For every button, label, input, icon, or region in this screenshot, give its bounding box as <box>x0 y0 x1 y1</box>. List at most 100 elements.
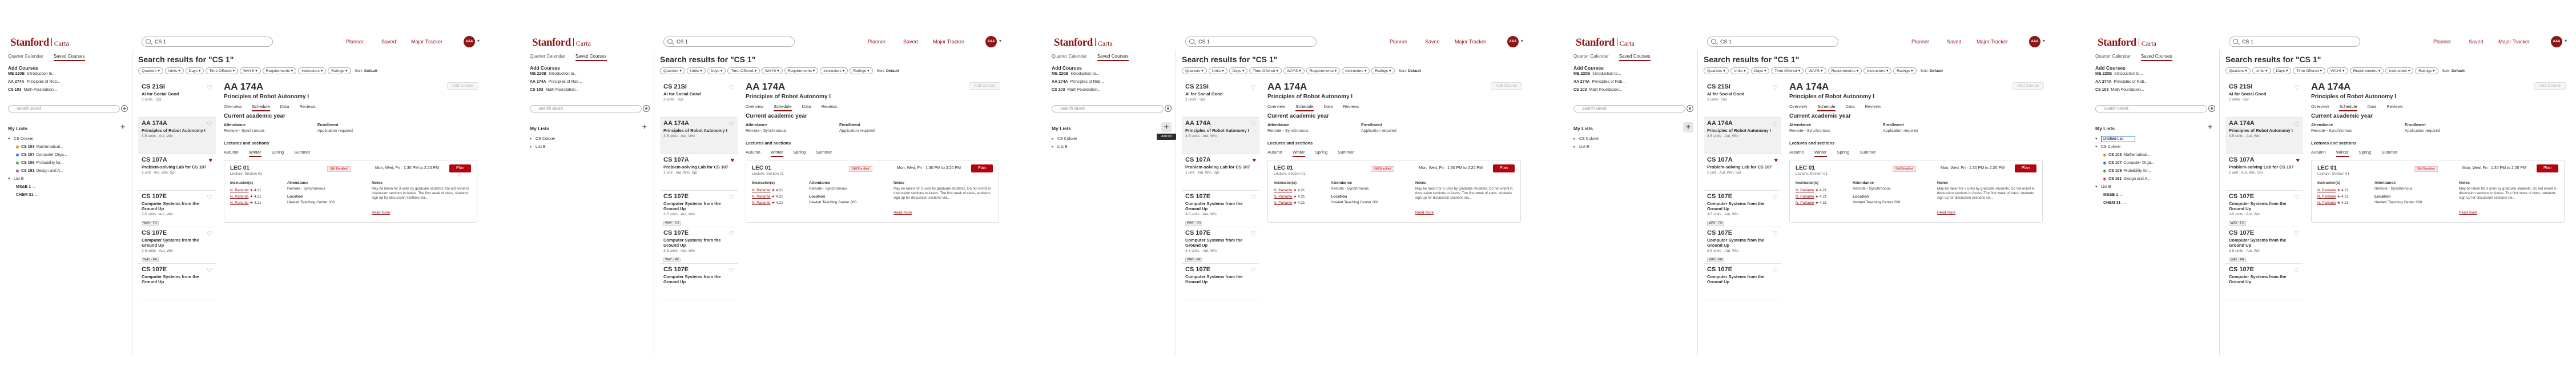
tab-winter[interactable]: Winter <box>1292 150 1305 157</box>
filter-dropdown[interactable]: Time Offered ▾ <box>1771 67 1804 74</box>
read-more-link[interactable]: Read more <box>2459 211 2477 215</box>
tab-saved-courses[interactable]: Saved Courses <box>53 54 85 61</box>
tab-reviews[interactable]: Reviews <box>821 104 837 110</box>
added-course-item[interactable]: CS 103 Math Foundation... <box>8 88 126 96</box>
filter-dropdown[interactable]: Quarters ▾ <box>1704 67 1729 74</box>
chevron-down-icon[interactable]: ▾ <box>999 38 1001 43</box>
filter-dropdown[interactable]: Ratings ▾ <box>2415 67 2438 74</box>
chevron-down-icon[interactable]: ▾ <box>2565 38 2567 43</box>
list-b[interactable]: ▸ List B <box>530 143 650 151</box>
instructor-link[interactable]: N. Parlante <box>2317 188 2336 192</box>
stanford-carta-logo[interactable]: Stanford Carta <box>2098 37 2156 49</box>
tab-summer[interactable]: Summer <box>1859 150 1875 156</box>
heart-icon[interactable]: ♡ <box>1250 120 1256 128</box>
add-course-button[interactable]: Add Course <box>969 82 1000 90</box>
added-course-item[interactable]: CS 103 Math Foundation... <box>530 88 647 96</box>
filter-dropdown[interactable]: Ratings ▾ <box>328 67 351 74</box>
list-course-item[interactable]: CS 161 Design and A... <box>8 167 128 175</box>
heart-icon[interactable]: ♥ <box>1252 157 1256 164</box>
filter-dropdown[interactable]: Instructors ▾ <box>820 67 848 74</box>
heart-icon[interactable]: ♡ <box>728 194 734 201</box>
tab-reviews[interactable]: Reviews <box>2386 104 2402 110</box>
tab-data[interactable]: Data <box>280 104 289 110</box>
course-card[interactable]: CS 107E Computer Systems from the Ground … <box>1704 227 1781 264</box>
add-course-button[interactable]: Add Course <box>447 82 478 90</box>
chevron-down-icon[interactable]: ▾ <box>2043 38 2045 43</box>
filter-dropdown[interactable]: Days ▾ <box>1750 67 1770 74</box>
instructor-link[interactable]: N. Parlante <box>2317 201 2336 205</box>
tab-winter[interactable]: Winter <box>2336 150 2349 157</box>
tab-overview[interactable]: Overview <box>746 104 763 110</box>
gear-icon[interactable] <box>1165 105 1172 112</box>
instructor-link[interactable]: N. Parlante <box>752 195 771 199</box>
list-course-item[interactable]: MS&E 1... <box>8 183 128 191</box>
instructor-link[interactable]: N. Parlante <box>1796 195 1814 199</box>
tab-saved-courses[interactable]: Saved Courses <box>575 54 607 61</box>
instructor-link[interactable]: N. Parlante <box>1274 201 1293 205</box>
instructor-link[interactable]: N. Parlante <box>1274 195 1293 199</box>
heart-icon[interactable]: ♡ <box>207 230 212 238</box>
chevron-down-icon[interactable]: ▾ <box>477 38 480 43</box>
filter-dropdown[interactable]: Ratings ▾ <box>850 67 873 74</box>
course-search-input[interactable]: CS 1 <box>142 37 273 47</box>
filter-dropdown[interactable]: Instructors ▾ <box>298 67 327 74</box>
list-b[interactable]: ▾ List B <box>8 175 128 183</box>
list-b[interactable]: ▾ List B <box>2095 183 2215 191</box>
heart-icon[interactable]: ♡ <box>1250 267 1256 274</box>
list-course-item[interactable]: CHEM 31... <box>8 191 128 199</box>
instructor-link[interactable]: N. Parlante <box>1796 188 1814 192</box>
read-more-link[interactable]: Read more <box>372 211 390 215</box>
added-course-item[interactable]: AA 274A Principles of Rob... <box>2095 80 2213 88</box>
add-list-button[interactable]: + <box>1683 122 1693 132</box>
nav-major-tracker-link[interactable]: Major Tracker <box>2498 39 2530 45</box>
gear-icon[interactable] <box>1687 105 1693 112</box>
course-card[interactable]: CS 107A Problem-solving Lab for CS 107 1 u… <box>138 154 216 191</box>
saved-search-input[interactable]: Search saved <box>8 105 120 112</box>
course-card[interactable]: CS 107E Computer Systems from the Ground … <box>138 264 216 300</box>
instructor-link[interactable]: N. Parlante <box>752 188 771 192</box>
tab-autumn[interactable]: Autumn <box>1267 150 1282 156</box>
instructor-link[interactable]: N. Parlante <box>230 188 249 192</box>
list-course-item[interactable]: CS 103 Mathematical... <box>2095 151 2215 159</box>
tab-quarter-calendar[interactable]: Quarter Calendar <box>1573 54 1609 60</box>
filter-dropdown[interactable]: Requirements ▾ <box>1828 67 1862 74</box>
tab-summer[interactable]: Summer <box>816 150 832 156</box>
heart-icon[interactable]: ♡ <box>728 230 734 238</box>
course-card[interactable]: CS 107E Computer Systems from the Ground … <box>2225 227 2303 264</box>
chevron-down-icon[interactable]: ▾ <box>2095 136 2101 141</box>
add-course-button[interactable]: Add Course <box>2012 82 2044 90</box>
tab-schedule[interactable]: Schedule <box>1817 104 1836 111</box>
chevron-down-icon[interactable]: ▾ <box>8 176 14 181</box>
heart-icon[interactable]: ♥ <box>2296 157 2300 164</box>
nav-major-tracker-link[interactable]: Major Tracker <box>933 39 964 45</box>
list-course-item[interactable]: CS 161 Design and A... <box>2095 175 2215 183</box>
list-cs-colorer[interactable]: ▸ CS Colorer <box>1573 135 1693 143</box>
plan-button[interactable]: Plan <box>2537 164 2558 172</box>
course-card[interactable]: CS 107E Computer Systems from the Ground … <box>1182 191 1259 227</box>
added-course-item[interactable]: CS 103 Math Foundation... <box>2095 88 2213 96</box>
instructor-link[interactable]: N. Parlante <box>2317 195 2336 199</box>
tab-reviews[interactable]: Reviews <box>1865 104 1881 110</box>
tab-data[interactable]: Data <box>802 104 811 110</box>
filter-dropdown[interactable]: Ratings ▾ <box>1371 67 1395 74</box>
nav-saved-link[interactable]: Saved <box>1947 39 1962 45</box>
tab-overview[interactable]: Overview <box>224 104 242 110</box>
nav-major-tracker-link[interactable]: Major Tracker <box>411 39 442 45</box>
nav-major-tracker-link[interactable]: Major Tracker <box>1977 39 2008 45</box>
filter-dropdown[interactable]: Units ▾ <box>1208 67 1227 74</box>
tab-quarter-calendar[interactable]: Quarter Calendar <box>2095 54 2131 60</box>
tab-reviews[interactable]: Reviews <box>1343 104 1359 110</box>
add-list-button[interactable]: + <box>2205 122 2215 132</box>
heart-icon[interactable]: ♡ <box>2294 84 2300 91</box>
new-list-row[interactable]: ▾ <box>2095 135 2215 143</box>
list-cs-colorer[interactable]: ▾ CS Colorer <box>2095 143 2215 151</box>
sort-control[interactable]: Sort: Default <box>1921 69 1943 73</box>
chevron-down-icon[interactable]: ▾ <box>8 136 14 141</box>
tab-winter[interactable]: Winter <box>1814 150 1827 157</box>
heart-icon[interactable]: ♡ <box>1772 120 1778 128</box>
course-search-input[interactable]: CS 1 <box>1185 37 1317 47</box>
added-course-item[interactable]: AA 274A Principles of Rob... <box>1573 80 1691 88</box>
course-search-input[interactable]: CS 1 <box>1707 37 1838 47</box>
heart-icon[interactable]: ♡ <box>1772 230 1778 238</box>
instructor-link[interactable]: N. Parlante <box>1274 188 1293 192</box>
